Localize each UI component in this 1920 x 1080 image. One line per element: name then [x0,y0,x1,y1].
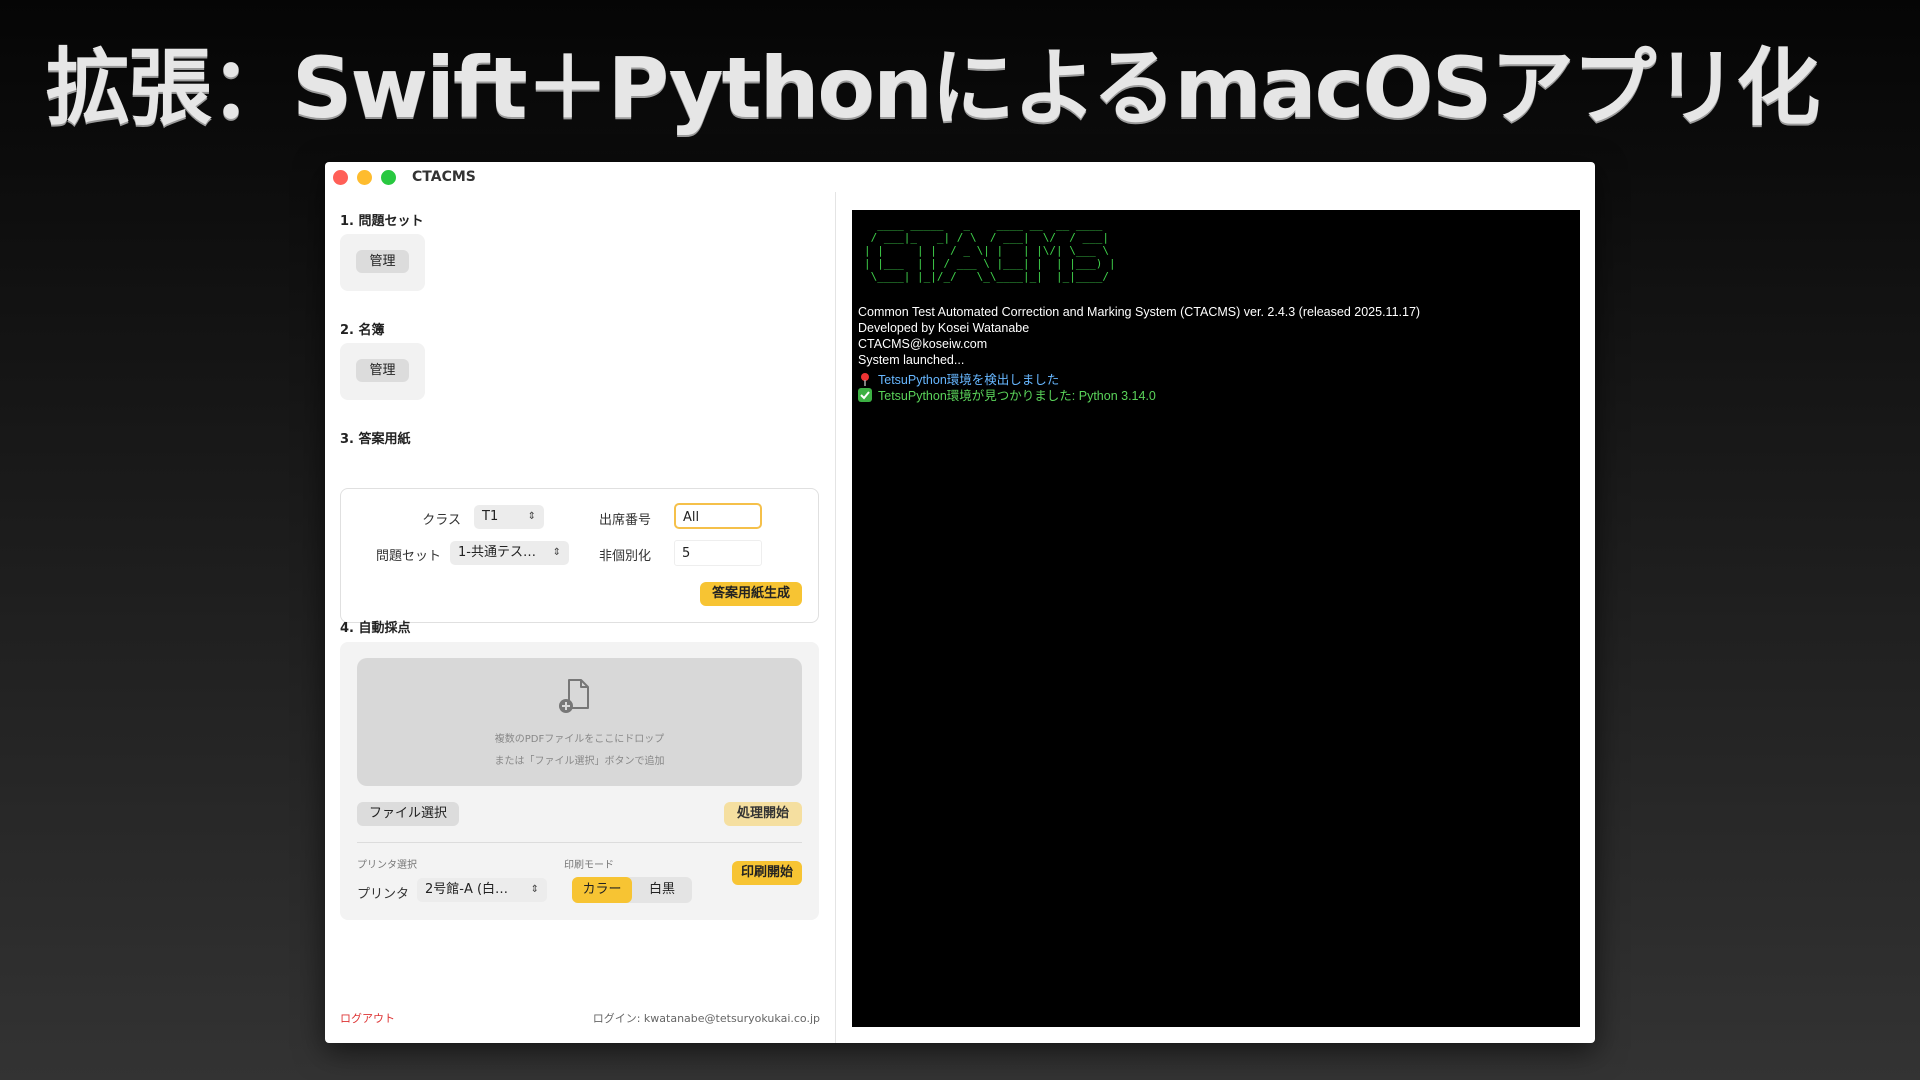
chevron-updown-icon: ⇕ [552,547,561,558]
section-divider [357,842,802,843]
terminal-line: System launched... [858,353,965,367]
section-auto-grading-label: 4. 自動採点 [340,621,411,636]
start-printing-button[interactable]: 印刷開始 [732,861,802,885]
problem-set-select-value: 1-共通テス… [458,545,536,560]
drop-zone-hint-line1: 複数のPDFファイルをここにドロップ [494,734,665,745]
answer-sheet-panel: クラス T1 ⇕ 問題セット 1-共通テス… ⇕ 出席番号 All 非個別化 5… [340,488,819,623]
terminal-status-line: TetsuPython環境が見つかりました: Python 3.14.0 [858,385,1156,404]
anonymize-input[interactable]: 5 [674,540,762,566]
class-label: クラス [422,513,461,528]
problem-set-card: 管理 [340,234,425,291]
window-titlebar: CTACMS [325,162,1595,192]
terminal-status-text: TetsuPython環境が見つかりました: Python 3.14.0 [878,389,1156,403]
attendance-number-input[interactable]: All [674,503,762,529]
terminal-line: Common Test Automated Correction and Mar… [858,305,1421,319]
anonymize-label: 非個別化 [598,549,651,564]
terminal-line: Developed by Kosei Watanabe [858,321,1030,335]
printer-section-label: プリンタ選択 [357,860,417,871]
window-title: CTACMS [412,169,476,185]
drop-zone-hint-line2: または「ファイル選択」ボタンで追加 [494,756,665,767]
section-roster-label: 2. 名簿 [340,323,385,338]
start-processing-button[interactable]: 処理開始 [724,802,802,826]
app-window: CTACMS 1. 問題セット 管理 2. 名簿 管理 3. 答案用紙 クラス … [325,162,1595,1043]
chevron-updown-icon: ⇕ [530,884,539,895]
problem-set-label: 問題セット [375,549,441,564]
logout-link[interactable]: ログアウト [340,1010,395,1026]
problem-set-select[interactable]: 1-共通テス… ⇕ [450,541,569,565]
print-mode-color-option[interactable]: カラー [572,877,632,903]
manage-problem-set-button[interactable]: 管理 [356,250,409,273]
close-window-button[interactable] [333,170,348,185]
class-select-value: T1 [482,509,499,524]
print-mode-mono-option[interactable]: 白黒 [632,877,692,903]
manage-roster-button[interactable]: 管理 [356,359,409,382]
printer-select-value: 2号館-A (白… [425,882,509,897]
control-panel: 1. 問題セット 管理 2. 名簿 管理 3. 答案用紙 クラス T1 ⇕ 問題… [325,192,835,1043]
attendance-number-label: 出席番号 [598,513,651,528]
ctacms-ascii-logo: ____ _____ _ ____ __ __ ____ / ___|_ _| … [864,218,1116,283]
printer-select[interactable]: 2号館-A (白… ⇕ [417,878,547,902]
roster-card: 管理 [340,343,425,400]
document-add-icon [559,679,589,713]
section-problem-set-label: 1. 問題セット [340,214,424,229]
print-mode-segmented-control: カラー 白黒 [572,877,692,903]
printer-label: プリンタ [357,887,410,902]
pdf-drop-zone[interactable]: 複数のPDFファイルをここにドロップ または「ファイル選択」ボタンで追加 [357,658,802,786]
terminal-line: CTACMS@koseiw.com [858,337,988,351]
terminal-output: ____ _____ _ ____ __ __ ____ / ___|_ _| … [852,210,1580,1027]
auto-grading-panel: 複数のPDFファイルをここにドロップ または「ファイル選択」ボタンで追加 ファイ… [340,642,819,920]
pushpin-icon [861,373,869,386]
print-mode-label: 印刷モード [564,860,614,871]
section-answer-sheet-label: 3. 答案用紙 [340,432,411,447]
class-select[interactable]: T1 ⇕ [474,505,544,529]
slide-title: 拡張：Swift＋PythonによるmacOSアプリ化 [46,39,1820,137]
zoom-window-button[interactable] [381,170,396,185]
minimize-window-button[interactable] [357,170,372,185]
file-select-button[interactable]: ファイル選択 [357,802,459,826]
chevron-updown-icon: ⇕ [527,511,536,522]
panel-divider [835,192,836,1043]
check-mark-icon [858,388,872,402]
generate-answer-sheet-button[interactable]: 答案用紙生成 [700,582,802,606]
login-status: ログイン: kwatanabe@tetsuryokukai.co.jp [592,1012,820,1025]
